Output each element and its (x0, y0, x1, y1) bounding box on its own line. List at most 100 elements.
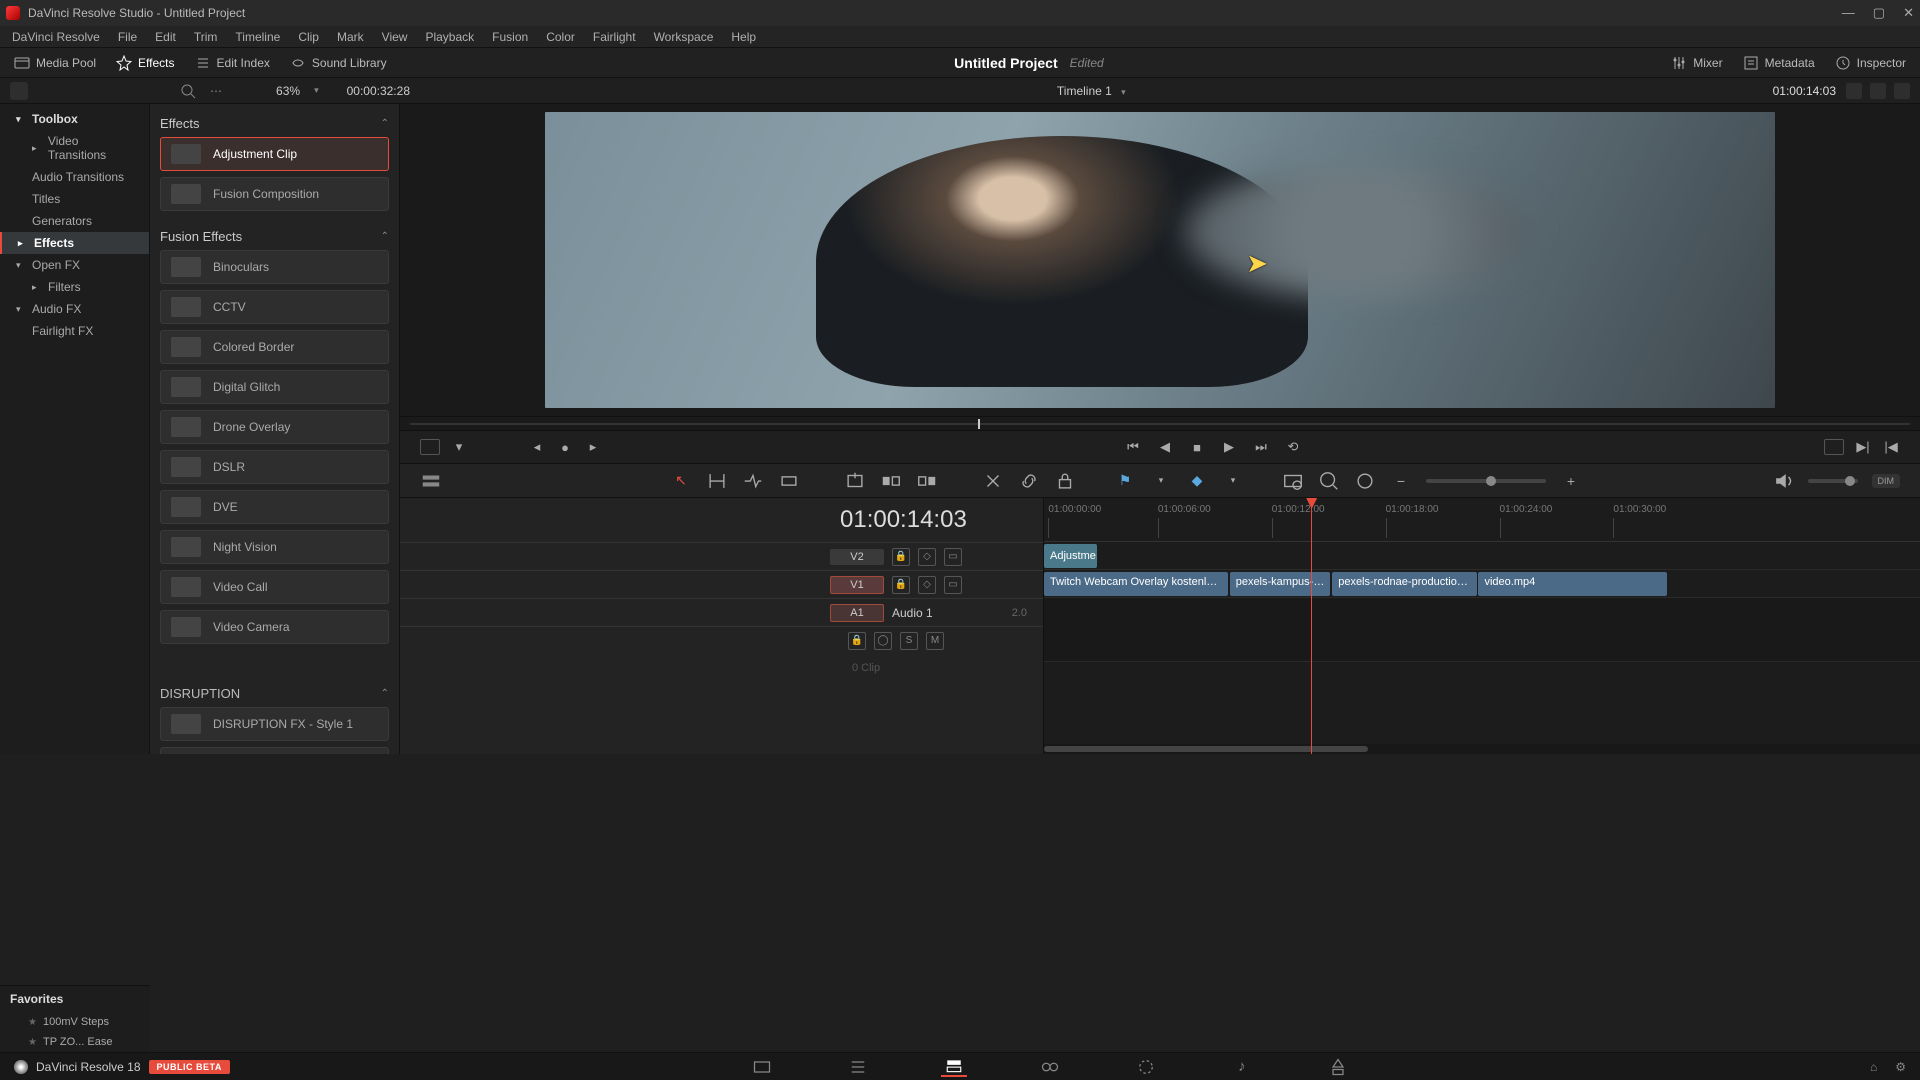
collapse-icon[interactable]: ⌃ (381, 231, 389, 242)
sidebar-item-filters[interactable]: ▸Filters (0, 276, 149, 298)
window-close[interactable]: ✕ (1903, 5, 1914, 21)
lock-icon[interactable]: 🔒 (892, 576, 910, 594)
timeline-dropdown-icon[interactable]: ▾ (1121, 87, 1126, 97)
menu-clip[interactable]: Clip (298, 30, 319, 44)
fx-item-digital-glitch[interactable]: Digital Glitch (160, 370, 389, 404)
lock-icon[interactable] (1054, 470, 1076, 492)
menu-playback[interactable]: Playback (425, 30, 474, 44)
window-minimize[interactable]: — (1842, 5, 1855, 21)
page-cut-icon[interactable] (845, 1057, 871, 1077)
track-a1[interactable] (1044, 598, 1920, 662)
marker-icon[interactable]: ● (556, 438, 574, 456)
first-frame-icon[interactable]: ⏮ (1124, 438, 1142, 456)
clip-kampus[interactable]: pexels-kampus-production-834891... (1230, 572, 1331, 596)
volume-icon[interactable] (1772, 470, 1794, 492)
match-frame-icon[interactable] (420, 439, 440, 455)
menu-trim[interactable]: Trim (194, 30, 218, 44)
dim-badge[interactable]: DIM (1872, 474, 1901, 488)
selection-tool-icon[interactable]: ↖ (670, 470, 692, 492)
favorite-item-tpzo[interactable]: ★TP ZO... Ease (0, 1032, 150, 1052)
page-fairlight-icon[interactable]: ♪ (1229, 1057, 1255, 1077)
prev-edit-icon[interactable]: ◂ (528, 438, 546, 456)
timeline-viewer[interactable]: ➤ (400, 104, 1920, 416)
search-icon[interactable] (180, 83, 196, 99)
flag-dropdown-icon[interactable]: ▾ (1150, 470, 1172, 492)
custom-zoom-icon[interactable] (1354, 470, 1376, 492)
fx-item-disruption-10[interactable]: DISRUPTION FX - Style 10 (160, 747, 389, 754)
collapse-icon[interactable]: ⌃ (381, 118, 389, 129)
metadata-toggle[interactable]: Metadata (1743, 55, 1815, 71)
marker-blue-icon[interactable]: ◆ (1186, 470, 1208, 492)
viewer-options-icon[interactable] (1894, 83, 1910, 99)
effects-toggle[interactable]: Effects (116, 55, 174, 71)
stop-icon[interactable]: ■ (1188, 438, 1206, 456)
viewer-scrubber[interactable] (400, 416, 1920, 430)
menu-mark[interactable]: Mark (337, 30, 364, 44)
full-extent-icon[interactable] (1824, 439, 1844, 455)
page-color-icon[interactable] (1133, 1057, 1159, 1077)
single-viewer-icon[interactable] (1870, 83, 1886, 99)
insert-clip-icon[interactable] (844, 470, 866, 492)
sidebar-item-openfx[interactable]: ▾Open FX (0, 254, 149, 276)
clip-rodnae[interactable]: pexels-rodnae-productions-8230629.mp4 (1332, 572, 1477, 596)
timeline-view-options-icon[interactable] (420, 470, 442, 492)
menu-help[interactable]: Help (731, 30, 756, 44)
fx-item-night-vision[interactable]: Night Vision (160, 530, 389, 564)
menu-resolve[interactable]: DaVinci Resolve (12, 30, 100, 44)
trim-tool-icon[interactable] (706, 470, 728, 492)
blade-edit-icon[interactable] (982, 470, 1004, 492)
toolbox-header[interactable]: ▾Toolbox (0, 108, 149, 130)
overwrite-clip-icon[interactable] (880, 470, 902, 492)
prev-clip-icon[interactable]: |◀ (1882, 438, 1900, 456)
next-edit-icon[interactable]: ▸ (584, 438, 602, 456)
window-maximize[interactable]: ▢ (1873, 5, 1885, 21)
clip-twitch[interactable]: Twitch Webcam Overlay kostenlos herunter… (1044, 572, 1228, 596)
flag-icon[interactable]: ⚑ (1114, 470, 1136, 492)
sidebar-item-audiofx[interactable]: ▾Audio FX (0, 298, 149, 320)
menu-edit[interactable]: Edit (155, 30, 176, 44)
track-header-a1[interactable]: A1 Audio 1 2.0 (400, 598, 1043, 626)
zoom-slider[interactable] (1426, 479, 1546, 483)
menu-workspace[interactable]: Workspace (654, 30, 714, 44)
fx-item-binoculars[interactable]: Binoculars (160, 250, 389, 284)
fx-item-video-camera[interactable]: Video Camera (160, 610, 389, 644)
volume-slider[interactable] (1808, 479, 1858, 483)
fx-item-drone-overlay[interactable]: Drone Overlay (160, 410, 389, 444)
dynamic-trim-icon[interactable] (742, 470, 764, 492)
clip-adjustment[interactable]: Adjustme...✦ (1044, 544, 1097, 568)
disable-video-icon[interactable]: ▭ (944, 548, 962, 566)
timeline-tracks[interactable]: 01:00:00:00 01:00:06:00 01:00:12:00 01:0… (1044, 498, 1920, 754)
menu-view[interactable]: View (382, 30, 408, 44)
zoom-in-icon[interactable]: + (1560, 470, 1582, 492)
disable-video-icon[interactable]: ▭ (944, 576, 962, 594)
sidebar-item-fairlightfx[interactable]: Fairlight FX (0, 320, 149, 342)
timeline-name[interactable]: Timeline 1 (1057, 84, 1112, 98)
viewer-zoom[interactable]: 63% (276, 84, 300, 98)
scrubber-handle[interactable] (978, 419, 980, 429)
play-reverse-icon[interactable]: ◀ (1156, 438, 1174, 456)
auto-select-icon[interactable]: ◇ (918, 548, 936, 566)
track-v1[interactable]: Twitch Webcam Overlay kostenlos herunter… (1044, 570, 1920, 598)
track-header-v2[interactable]: V2 🔒 ◇ ▭ (400, 542, 1043, 570)
zoom-out-icon[interactable]: − (1390, 470, 1412, 492)
blade-tool-icon[interactable] (778, 470, 800, 492)
menu-timeline[interactable]: Timeline (235, 30, 280, 44)
page-media-icon[interactable] (749, 1057, 775, 1077)
track-v2[interactable]: Adjustme...✦ (1044, 542, 1920, 570)
menu-fairlight[interactable]: Fairlight (593, 30, 636, 44)
link-icon[interactable] (1018, 470, 1040, 492)
zoom-to-fit-icon[interactable] (1282, 470, 1304, 492)
sidebar-item-titles[interactable]: Titles (0, 188, 149, 210)
page-edit-icon[interactable] (941, 1057, 967, 1077)
dropdown-icon[interactable]: ▾ (450, 438, 468, 456)
fx-item-adjustment-clip[interactable]: Adjustment Clip (160, 137, 389, 171)
sidebar-item-video-transitions[interactable]: ▸Video Transitions (0, 130, 149, 166)
marker-dropdown-icon[interactable]: ▾ (1222, 470, 1244, 492)
timeline-scrollbar[interactable] (1044, 744, 1920, 754)
mute-button[interactable]: M (926, 632, 944, 650)
home-icon[interactable]: ⌂ (1870, 1060, 1877, 1074)
options-icon[interactable]: ⋯ (210, 84, 222, 98)
sidebar-item-effects[interactable]: ▸Effects (0, 232, 149, 254)
lock-icon[interactable]: 🔒 (848, 632, 866, 650)
collapse-icon[interactable]: ⌃ (381, 688, 389, 699)
